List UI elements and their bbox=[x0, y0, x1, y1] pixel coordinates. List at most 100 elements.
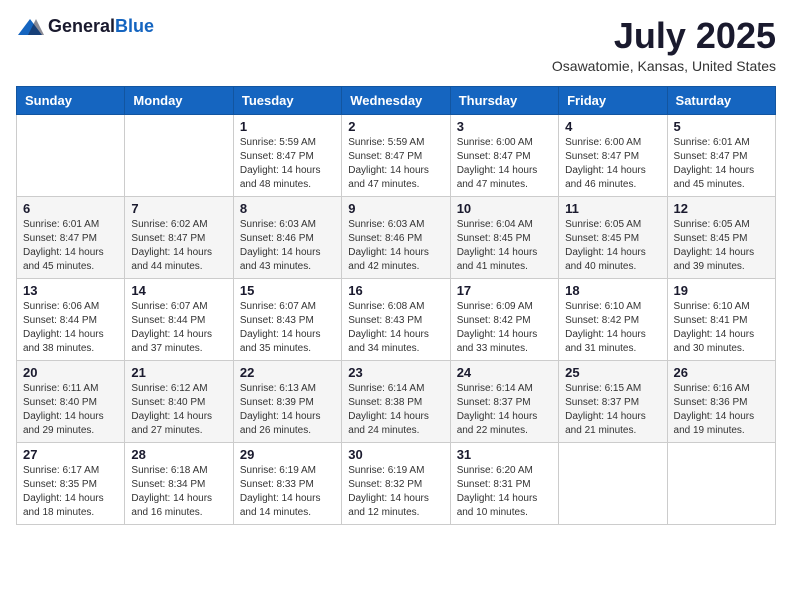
day-info: Sunrise: 5:59 AM Sunset: 8:47 PM Dayligh… bbox=[348, 136, 443, 192]
day-number: 11 bbox=[565, 201, 660, 216]
day-cell: 13Sunrise: 6:06 AM Sunset: 8:44 PM Dayli… bbox=[17, 278, 125, 360]
weekday-header-thursday: Thursday bbox=[450, 86, 558, 114]
day-number: 5 bbox=[674, 119, 769, 134]
day-info: Sunrise: 6:02 AM Sunset: 8:47 PM Dayligh… bbox=[131, 218, 226, 274]
day-cell: 27 Sunrise: 6:17 AM Sunset: 8:35 PM Dayli… bbox=[17, 442, 125, 524]
day-cell: 8 Sunrise: 6:03 AM Sunset: 8:46 PM Daylig… bbox=[233, 196, 341, 278]
day-info: Sunrise: 6:01 AM Sunset: 8:47 PM Dayligh… bbox=[674, 136, 769, 192]
day-info: Sunrise: 6:19 AM Sunset: 8:32 PM Dayligh… bbox=[348, 464, 443, 520]
day-number: 15 bbox=[240, 283, 335, 298]
day-cell: 24 Sunrise: 6:14 AM Sunset: 8:37 PM Dayli… bbox=[450, 360, 558, 442]
day-number: 10 bbox=[457, 201, 552, 216]
day-cell: 19Sunrise: 6:10 AM Sunset: 8:41 PM Dayli… bbox=[667, 278, 775, 360]
day-cell: 1 Sunrise: 5:59 AM Sunset: 8:47 PM Daylig… bbox=[233, 114, 341, 196]
weekday-header-sunday: Sunday bbox=[17, 86, 125, 114]
logo: GeneralBlue bbox=[16, 16, 154, 37]
logo-general: General bbox=[48, 16, 115, 36]
day-cell: 23 Sunrise: 6:14 AM Sunset: 8:38 PM Dayli… bbox=[342, 360, 450, 442]
week-row-3: 13Sunrise: 6:06 AM Sunset: 8:44 PM Dayli… bbox=[17, 278, 776, 360]
day-cell: 4Sunrise: 6:00 AM Sunset: 8:47 PM Daylig… bbox=[559, 114, 667, 196]
day-cell: 22Sunrise: 6:13 AM Sunset: 8:39 PM Dayli… bbox=[233, 360, 341, 442]
day-cell bbox=[17, 114, 125, 196]
day-info: Sunrise: 6:00 AM Sunset: 8:47 PM Dayligh… bbox=[457, 136, 552, 192]
day-number: 6 bbox=[23, 201, 118, 216]
day-cell: 11 Sunrise: 6:05 AM Sunset: 8:45 PM Dayli… bbox=[559, 196, 667, 278]
day-number: 17 bbox=[457, 283, 552, 298]
day-cell: 5 Sunrise: 6:01 AM Sunset: 8:47 PM Daylig… bbox=[667, 114, 775, 196]
day-number: 24 bbox=[457, 365, 552, 380]
day-number: 25 bbox=[565, 365, 660, 380]
day-number: 29 bbox=[240, 447, 335, 462]
day-number: 18 bbox=[565, 283, 660, 298]
day-number: 4 bbox=[565, 119, 660, 134]
day-info: Sunrise: 6:14 AM Sunset: 8:37 PM Dayligh… bbox=[457, 382, 552, 438]
day-info: Sunrise: 6:07 AM Sunset: 8:44 PM Dayligh… bbox=[131, 300, 226, 356]
day-number: 28 bbox=[131, 447, 226, 462]
day-cell: 7 Sunrise: 6:02 AM Sunset: 8:47 PM Daylig… bbox=[125, 196, 233, 278]
day-info: Sunrise: 5:59 AM Sunset: 8:47 PM Dayligh… bbox=[240, 136, 335, 192]
day-number: 27 bbox=[23, 447, 118, 462]
day-info: Sunrise: 6:18 AM Sunset: 8:34 PM Dayligh… bbox=[131, 464, 226, 520]
day-info: Sunrise: 6:19 AM Sunset: 8:33 PM Dayligh… bbox=[240, 464, 335, 520]
logo-blue: Blue bbox=[115, 16, 154, 36]
weekday-header-friday: Friday bbox=[559, 86, 667, 114]
logo-icon bbox=[16, 17, 44, 37]
day-info: Sunrise: 6:09 AM Sunset: 8:42 PM Dayligh… bbox=[457, 300, 552, 356]
day-info: Sunrise: 6:03 AM Sunset: 8:46 PM Dayligh… bbox=[240, 218, 335, 274]
weekday-header-row: SundayMondayTuesdayWednesdayThursdayFrid… bbox=[17, 86, 776, 114]
day-info: Sunrise: 6:01 AM Sunset: 8:47 PM Dayligh… bbox=[23, 218, 118, 274]
day-number: 16 bbox=[348, 283, 443, 298]
day-cell: 31Sunrise: 6:20 AM Sunset: 8:31 PM Dayli… bbox=[450, 442, 558, 524]
day-info: Sunrise: 6:08 AM Sunset: 8:43 PM Dayligh… bbox=[348, 300, 443, 356]
day-number: 21 bbox=[131, 365, 226, 380]
day-number: 30 bbox=[348, 447, 443, 462]
day-cell: 28 Sunrise: 6:18 AM Sunset: 8:34 PM Dayli… bbox=[125, 442, 233, 524]
day-info: Sunrise: 6:20 AM Sunset: 8:31 PM Dayligh… bbox=[457, 464, 552, 520]
week-row-4: 20 Sunrise: 6:11 AM Sunset: 8:40 PM Dayli… bbox=[17, 360, 776, 442]
month-title: July 2025 bbox=[552, 16, 776, 56]
day-cell: 14 Sunrise: 6:07 AM Sunset: 8:44 PM Dayli… bbox=[125, 278, 233, 360]
week-row-5: 27 Sunrise: 6:17 AM Sunset: 8:35 PM Dayli… bbox=[17, 442, 776, 524]
day-info: Sunrise: 6:03 AM Sunset: 8:46 PM Dayligh… bbox=[348, 218, 443, 274]
day-cell: 10Sunrise: 6:04 AM Sunset: 8:45 PM Dayli… bbox=[450, 196, 558, 278]
day-info: Sunrise: 6:12 AM Sunset: 8:40 PM Dayligh… bbox=[131, 382, 226, 438]
day-info: Sunrise: 6:11 AM Sunset: 8:40 PM Dayligh… bbox=[23, 382, 118, 438]
day-cell: 17 Sunrise: 6:09 AM Sunset: 8:42 PM Dayli… bbox=[450, 278, 558, 360]
day-info: Sunrise: 6:05 AM Sunset: 8:45 PM Dayligh… bbox=[565, 218, 660, 274]
day-cell: 30 Sunrise: 6:19 AM Sunset: 8:32 PM Dayli… bbox=[342, 442, 450, 524]
weekday-header-wednesday: Wednesday bbox=[342, 86, 450, 114]
day-info: Sunrise: 6:15 AM Sunset: 8:37 PM Dayligh… bbox=[565, 382, 660, 438]
weekday-header-tuesday: Tuesday bbox=[233, 86, 341, 114]
weekday-header-saturday: Saturday bbox=[667, 86, 775, 114]
day-number: 20 bbox=[23, 365, 118, 380]
day-cell: 3 Sunrise: 6:00 AM Sunset: 8:47 PM Daylig… bbox=[450, 114, 558, 196]
day-cell: 21 Sunrise: 6:12 AM Sunset: 8:40 PM Dayli… bbox=[125, 360, 233, 442]
day-info: Sunrise: 6:14 AM Sunset: 8:38 PM Dayligh… bbox=[348, 382, 443, 438]
day-cell bbox=[559, 442, 667, 524]
day-number: 3 bbox=[457, 119, 552, 134]
day-number: 22 bbox=[240, 365, 335, 380]
day-cell: 16 Sunrise: 6:08 AM Sunset: 8:43 PM Dayli… bbox=[342, 278, 450, 360]
day-cell: 26Sunrise: 6:16 AM Sunset: 8:36 PM Dayli… bbox=[667, 360, 775, 442]
day-number: 8 bbox=[240, 201, 335, 216]
day-cell: 18 Sunrise: 6:10 AM Sunset: 8:42 PM Dayli… bbox=[559, 278, 667, 360]
day-cell bbox=[125, 114, 233, 196]
day-number: 14 bbox=[131, 283, 226, 298]
day-number: 23 bbox=[348, 365, 443, 380]
day-number: 1 bbox=[240, 119, 335, 134]
day-number: 26 bbox=[674, 365, 769, 380]
day-info: Sunrise: 6:17 AM Sunset: 8:35 PM Dayligh… bbox=[23, 464, 118, 520]
day-cell: 25 Sunrise: 6:15 AM Sunset: 8:37 PM Dayli… bbox=[559, 360, 667, 442]
day-info: Sunrise: 6:10 AM Sunset: 8:42 PM Dayligh… bbox=[565, 300, 660, 356]
day-info: Sunrise: 6:07 AM Sunset: 8:43 PM Dayligh… bbox=[240, 300, 335, 356]
day-info: Sunrise: 6:05 AM Sunset: 8:45 PM Dayligh… bbox=[674, 218, 769, 274]
day-number: 19 bbox=[674, 283, 769, 298]
day-cell: 9Sunrise: 6:03 AM Sunset: 8:46 PM Daylig… bbox=[342, 196, 450, 278]
day-number: 7 bbox=[131, 201, 226, 216]
day-number: 2 bbox=[348, 119, 443, 134]
page-header: GeneralBlue July 2025 Osawatomie, Kansas… bbox=[16, 16, 776, 74]
day-number: 12 bbox=[674, 201, 769, 216]
day-cell: 12 Sunrise: 6:05 AM Sunset: 8:45 PM Dayli… bbox=[667, 196, 775, 278]
week-row-2: 6 Sunrise: 6:01 AM Sunset: 8:47 PM Daylig… bbox=[17, 196, 776, 278]
day-info: Sunrise: 6:06 AM Sunset: 8:44 PM Dayligh… bbox=[23, 300, 118, 356]
